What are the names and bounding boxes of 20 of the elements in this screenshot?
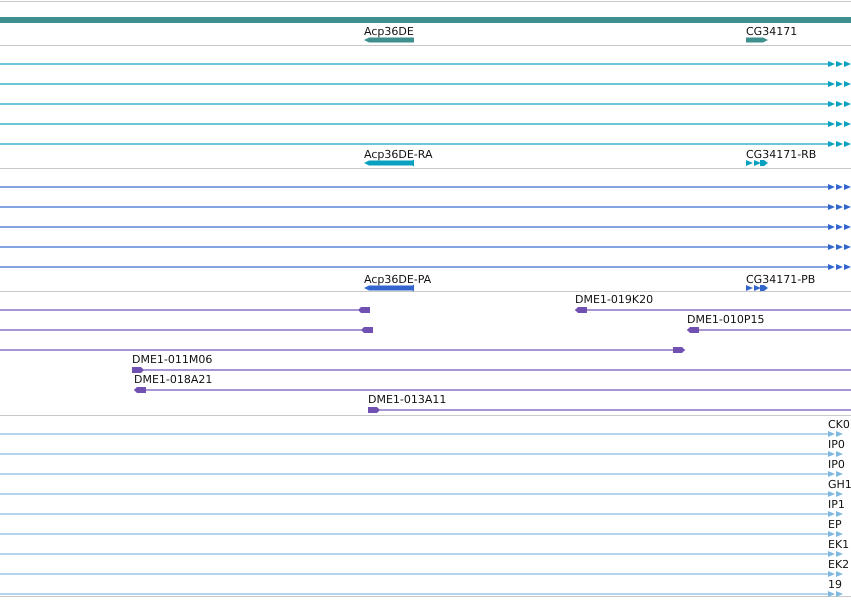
feature-label: CG34171-PB: [746, 273, 816, 286]
feature-label: DME1-018A21: [134, 373, 212, 386]
feature-label: IP0: [828, 438, 845, 451]
feature-label: CG34171-RB: [746, 148, 816, 161]
feature-label: IP0: [828, 458, 845, 471]
feature-label: CG34171: [746, 25, 798, 38]
feature-label: Acp36DE-RA: [364, 148, 432, 161]
feature-label: DME1-013A11: [368, 393, 446, 406]
feature-label: EP: [828, 518, 842, 531]
feature-label: Acp36DE: [364, 25, 414, 38]
feature-label: EK1: [828, 538, 850, 551]
feature-label: EK2: [828, 558, 850, 571]
feature-label: GH1: [828, 478, 851, 491]
feature-label: Acp36DE-PA: [364, 273, 432, 286]
feature-label: DME1-011M06: [132, 353, 212, 366]
feature-label: DME1-019K20: [575, 293, 654, 306]
feature-label: IP1: [828, 498, 845, 511]
feature-label: CK0: [828, 418, 850, 431]
feature-label: 19: [828, 578, 842, 591]
feature-label: DME1-010P15: [687, 313, 765, 326]
